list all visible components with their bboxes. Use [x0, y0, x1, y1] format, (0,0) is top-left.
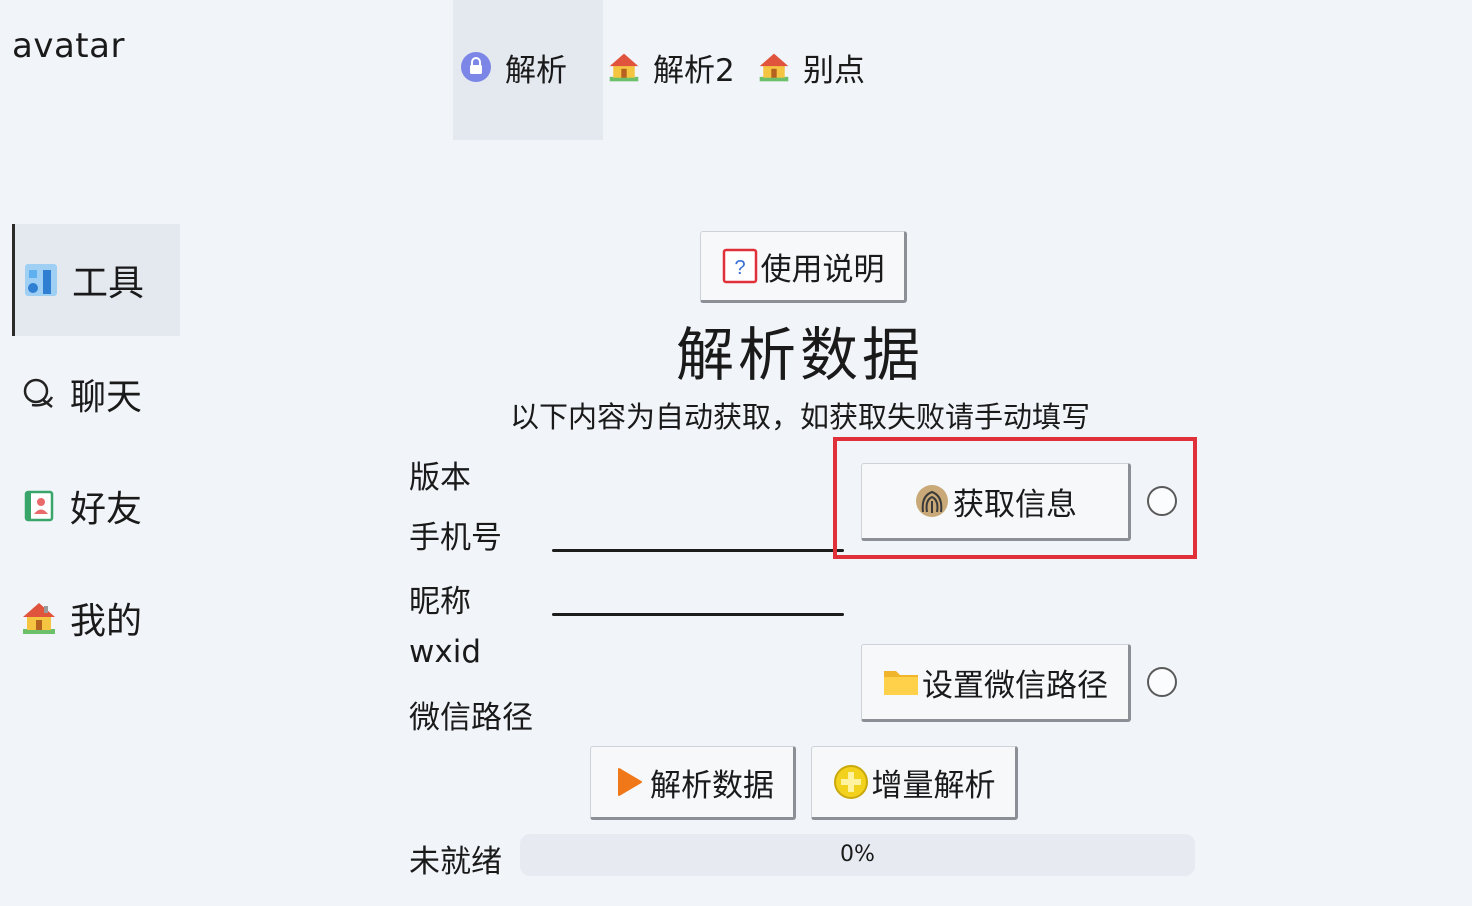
wechat-path-label: 微信路径	[409, 700, 533, 736]
tab-parse2[interactable]: 解析2	[607, 0, 735, 140]
contacts-icon	[20, 487, 58, 525]
sidebar-item-mine[interactable]: 我的	[12, 562, 180, 674]
tab-label: 解析2	[653, 52, 735, 89]
set-path-radio[interactable]	[1147, 667, 1177, 697]
nickname-label: 昵称	[409, 584, 471, 620]
highlight-box	[833, 437, 1197, 559]
phone-field[interactable]	[552, 549, 844, 552]
page-title: 解析数据	[675, 321, 924, 389]
phone-label: 手机号	[409, 520, 502, 556]
incremental-parse-button-label: 增量解析	[871, 767, 996, 804]
parse-data-button-label: 解析数据	[650, 767, 774, 804]
play-icon	[610, 763, 648, 801]
incremental-parse-button[interactable]: 增量解析	[811, 746, 1018, 820]
house-icon	[757, 50, 791, 84]
question-icon: ?	[721, 247, 759, 285]
help-button[interactable]: ? 使用说明	[700, 231, 907, 303]
house-icon	[607, 50, 641, 84]
status-label: 未就绪	[409, 844, 502, 880]
parse-data-button[interactable]: 解析数据	[590, 746, 796, 820]
sidebar-item-tools[interactable]: 工具	[12, 224, 180, 336]
folder-icon	[882, 663, 920, 701]
lock-icon	[459, 50, 493, 84]
sidebar-item-label: 工具	[72, 263, 145, 304]
tab-dont-click[interactable]: 别点	[757, 0, 865, 140]
house-icon	[20, 599, 58, 637]
tools-icon	[22, 261, 60, 299]
plus-icon	[832, 763, 870, 801]
sidebar-item-chat[interactable]: 聊天	[12, 338, 180, 450]
sidebar-item-friends[interactable]: 好友	[12, 450, 180, 562]
version-label: 版本	[409, 460, 471, 496]
tab-label: 别点	[803, 52, 865, 89]
sidebar-item-label: 好友	[70, 489, 143, 530]
set-path-button[interactable]: 设置微信路径	[861, 644, 1131, 722]
tab-parse[interactable]: 解析	[453, 0, 603, 140]
chat-icon	[20, 375, 58, 413]
sidebar-item-label: 我的	[70, 601, 143, 642]
nickname-field[interactable]	[552, 613, 844, 616]
set-path-button-label: 设置微信路径	[922, 667, 1108, 704]
wxid-label: wxid	[409, 634, 481, 670]
progress-text: 0%	[840, 842, 875, 867]
svg-text:?: ?	[734, 257, 745, 279]
page-subtitle: 以下内容为自动获取，如获取失败请手动填写	[509, 400, 1090, 434]
tab-label: 解析	[505, 52, 567, 89]
sidebar-item-label: 聊天	[70, 377, 143, 418]
help-button-label: 使用说明	[760, 251, 885, 288]
avatar-label: avatar	[12, 26, 125, 66]
